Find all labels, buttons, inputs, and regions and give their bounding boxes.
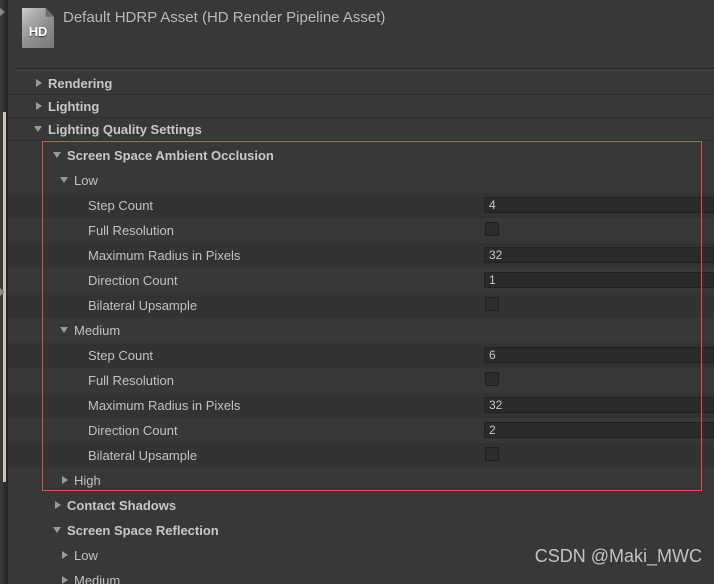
number-input-maximum-radius-in-pixels[interactable]: 32 — [484, 397, 714, 413]
arrow-spacer — [74, 225, 85, 236]
chevron-right-icon[interactable] — [53, 500, 64, 511]
arrow-spacer — [74, 200, 85, 211]
chevron-right-icon[interactable] — [60, 475, 71, 486]
sliver-panel-divider — [6, 0, 8, 584]
chevron-down-icon[interactable] — [34, 124, 45, 135]
section-header-lighting[interactable]: Lighting — [8, 95, 714, 118]
group-header-screen-space-reflection[interactable]: Screen Space Reflection — [8, 518, 714, 543]
asset-header: HD Default HDRP Asset (HD Render Pipelin… — [8, 0, 714, 68]
group-header-screen-space-ambient-occlusion[interactable]: Screen Space Ambient Occlusion — [8, 143, 714, 168]
row-label: Maximum Radius in Pixels — [88, 398, 241, 413]
row-label: Step Count — [88, 348, 154, 363]
row-label: Full Resolution — [88, 223, 174, 238]
arrow-spacer — [74, 350, 85, 361]
number-input-direction-count[interactable]: 1 — [484, 272, 714, 288]
row-label: Medium — [74, 323, 121, 338]
row-label: Screen Space Reflection — [67, 523, 219, 538]
row-label: Low — [74, 173, 98, 188]
number-input-maximum-radius-in-pixels[interactable]: 32 — [484, 247, 714, 263]
property-row-bilateral-upsample: Bilateral Upsample — [8, 293, 714, 318]
row-label: Direction Count — [88, 273, 178, 288]
quality-level-low[interactable]: Low — [8, 168, 714, 193]
arrow-spacer — [74, 300, 85, 311]
quality-level-medium[interactable]: Medium — [8, 568, 714, 584]
arrow-spacer — [74, 450, 85, 461]
arrow-spacer — [74, 425, 85, 436]
row-label: High — [74, 473, 101, 488]
collapse-arrow-icon[interactable] — [0, 8, 5, 16]
section-header-label: Lighting Quality Settings — [48, 121, 202, 137]
checkbox-full-resolution[interactable] — [485, 222, 499, 236]
quality-level-high[interactable]: High — [8, 468, 714, 493]
property-row-bilateral-upsample: Bilateral Upsample — [8, 443, 714, 468]
row-label: Step Count — [88, 198, 154, 213]
chevron-down-icon[interactable] — [60, 175, 71, 186]
arrow-spacer — [74, 375, 85, 386]
chevron-right-icon[interactable] — [34, 78, 45, 89]
row-label: Direction Count — [88, 423, 178, 438]
header-divider-highlight — [16, 70, 714, 71]
section-header-label: Lighting — [48, 98, 100, 114]
collapse-arrow-icon-secondary[interactable] — [0, 288, 5, 296]
chevron-right-icon[interactable] — [60, 550, 71, 561]
property-row-full-resolution: Full Resolution — [8, 368, 714, 393]
row-label: Bilateral Upsample — [88, 448, 198, 463]
adjacent-panel-sliver — [0, 0, 8, 584]
section-header-rendering[interactable]: Rendering — [8, 72, 714, 95]
inspector-window: HD Default HDRP Asset (HD Render Pipelin… — [0, 0, 714, 584]
row-label: Contact Shadows — [67, 498, 177, 513]
chevron-down-icon[interactable] — [60, 325, 71, 336]
header-divider — [16, 68, 714, 69]
number-input-step-count[interactable]: 4 — [484, 197, 714, 213]
row-label: Bilateral Upsample — [88, 298, 198, 313]
number-input-direction-count[interactable]: 2 — [484, 422, 714, 438]
row-label: Maximum Radius in Pixels — [88, 248, 241, 263]
row-label: Medium — [74, 573, 121, 584]
hdrp-asset-icon-label: HD — [28, 24, 48, 39]
sliver-dark-top — [3, 0, 5, 112]
row-label: Low — [74, 548, 98, 563]
arrow-spacer — [74, 250, 85, 261]
checkbox-bilateral-upsample[interactable] — [485, 447, 499, 461]
section-header-label: Rendering — [48, 75, 113, 91]
quality-level-medium[interactable]: Medium — [8, 318, 714, 343]
arrow-spacer — [74, 275, 85, 286]
asset-title: Default HDRP Asset (HD Render Pipeline A… — [63, 9, 386, 26]
row-label: Full Resolution — [88, 373, 174, 388]
chevron-right-icon[interactable] — [60, 575, 71, 584]
chevron-right-icon[interactable] — [34, 101, 45, 112]
arrow-spacer — [74, 400, 85, 411]
chevron-down-icon[interactable] — [53, 525, 64, 536]
chevron-down-icon[interactable] — [53, 150, 64, 161]
section-header-lighting-quality-settings[interactable]: Lighting Quality Settings — [8, 118, 714, 141]
property-row-full-resolution: Full Resolution — [8, 218, 714, 243]
number-input-step-count[interactable]: 6 — [484, 347, 714, 363]
watermark-text: CSDN @Maki_MWC — [534, 546, 702, 566]
row-label: Screen Space Ambient Occlusion — [67, 148, 274, 163]
checkbox-bilateral-upsample[interactable] — [485, 297, 499, 311]
checkbox-full-resolution[interactable] — [485, 372, 499, 386]
group-header-contact-shadows[interactable]: Contact Shadows — [8, 493, 714, 518]
